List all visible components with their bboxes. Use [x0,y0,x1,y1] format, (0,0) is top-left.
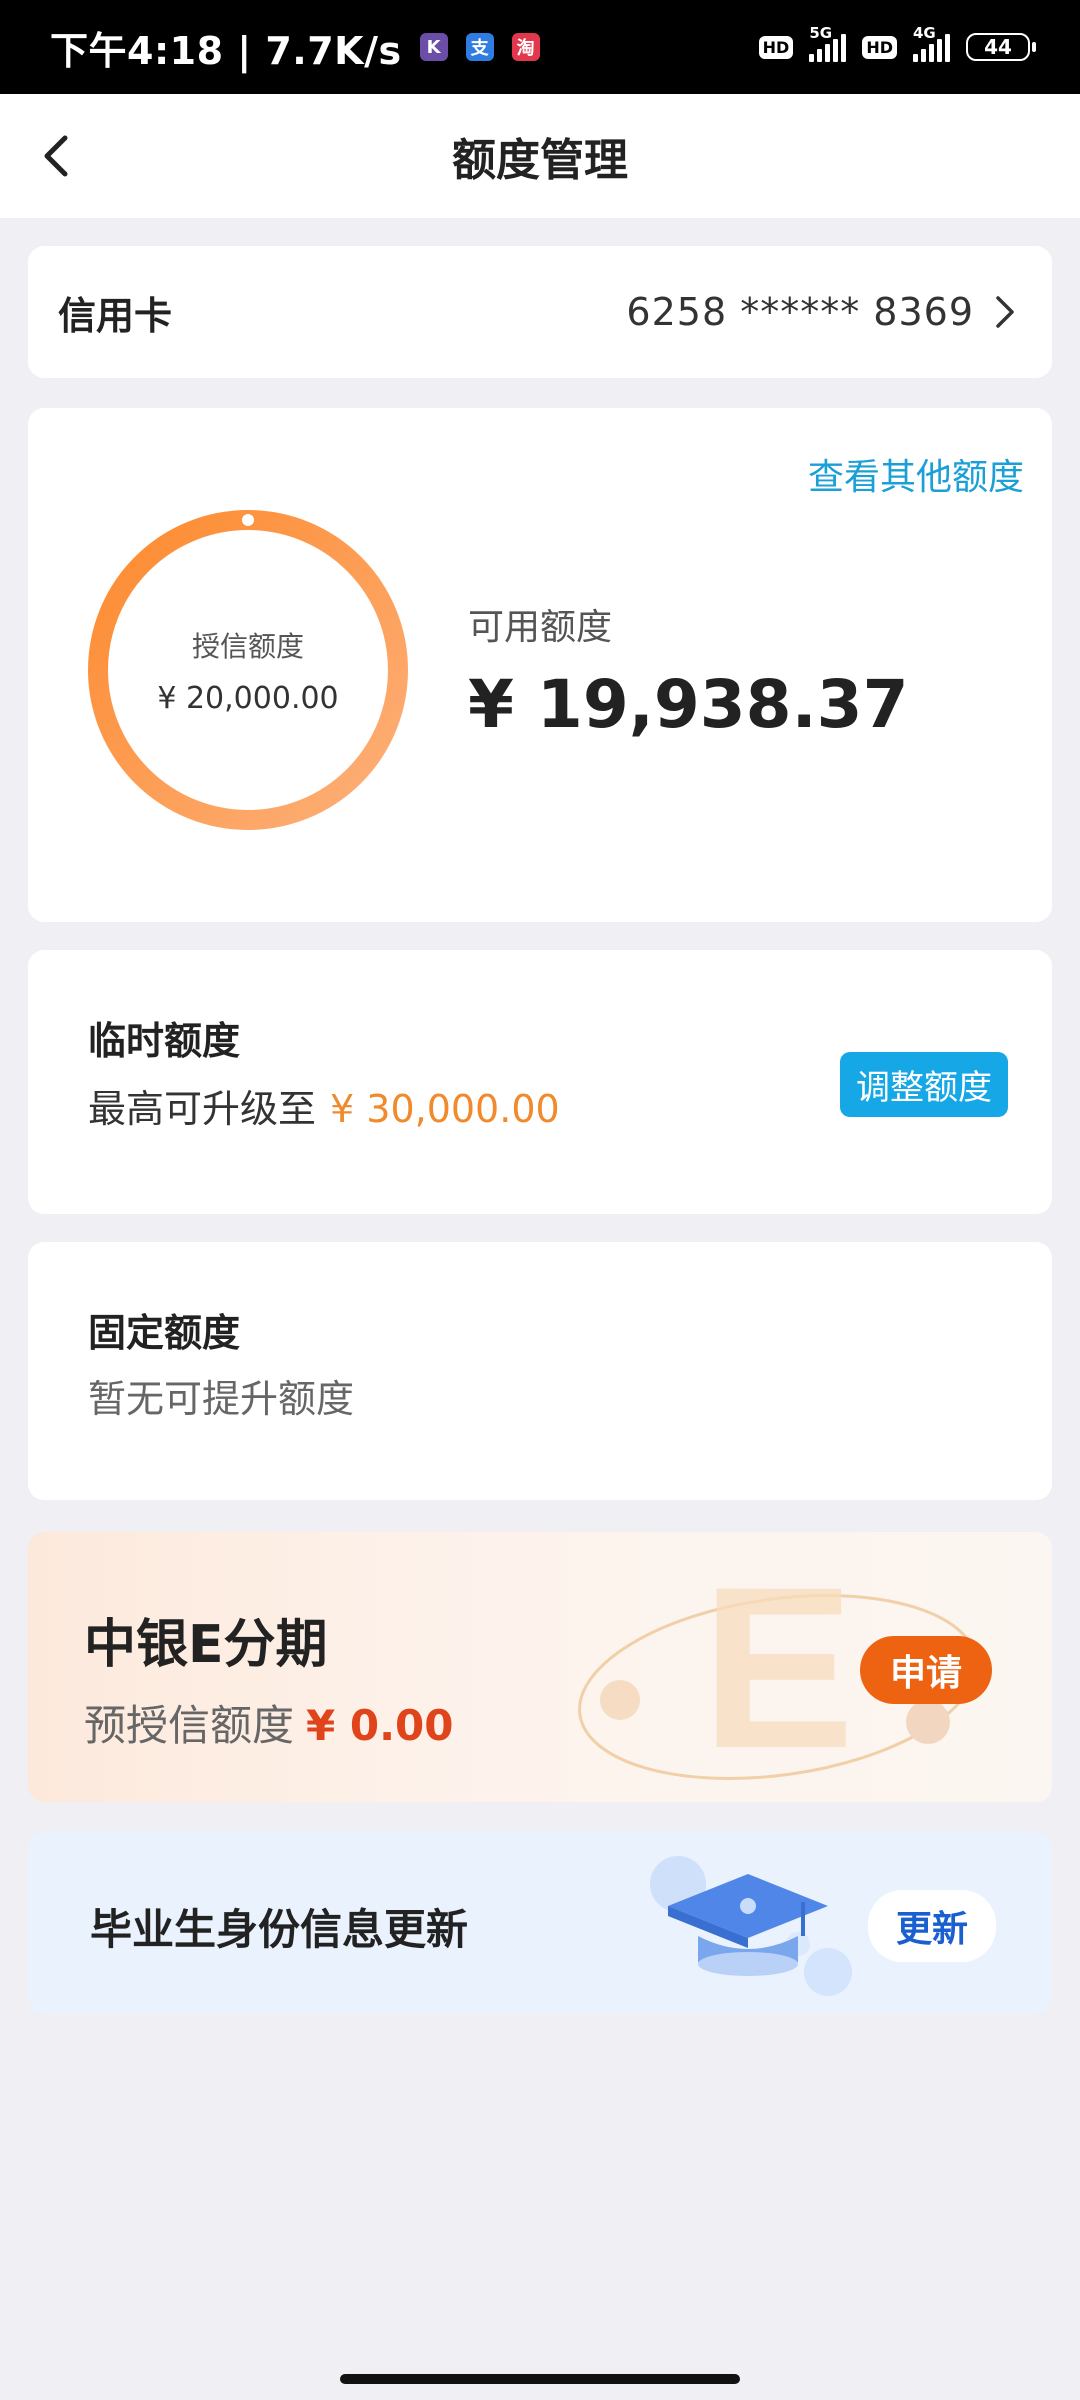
battery-icon: 44 [966,33,1036,61]
fixed-limit-card: 固定额度 暂无可提升额度 [28,1242,1052,1500]
available-limit-value: ¥ 19,938.37 [468,666,909,743]
graduate-info-card[interactable]: 毕业生身份信息更新 更新 [28,1832,1052,2014]
credit-ring-text: 授信额度 ¥ 20,000.00 [86,508,410,832]
nav-bar: 额度管理 [0,94,1080,218]
card-type-label: 信用卡 [58,293,173,338]
installment-title: 中银E分期 [84,1615,328,1675]
k-app-icon: K [419,33,448,61]
graduation-cap-icon [650,1856,852,1996]
status-bar: 下午4:18 | 7.7K/s K 支 淘 HD 5G HD 4G 44 [0,0,1080,94]
temporary-limit-desc: 最高可升级至 ¥ 30,000.00 [88,1078,560,1133]
back-button[interactable] [32,132,80,180]
adjust-limit-button[interactable]: 调整额度 [840,1052,1008,1117]
taobao-icon: 淘 [511,33,540,61]
chevron-left-icon [44,135,68,177]
installment-desc: 预授信额度 ¥ 0.00 [84,1692,454,1753]
temporary-limit-title: 临时额度 [88,1019,241,1063]
installment-card[interactable]: E 中银E分期 预授信额度 ¥ 0.00 申请 [28,1532,1052,1802]
graduate-info-title: 毕业生身份信息更新 [90,1905,469,1954]
view-other-limits-link[interactable]: 查看其他额度 [808,448,1024,500]
apply-button[interactable]: 申请 [859,1636,992,1704]
signal-5g-icon: 5G [809,24,847,62]
card-number: 6258 ****** 8369 [626,290,974,334]
pre-credit-label: 预授信额度 [84,1701,295,1750]
credit-limit-label: 授信额度 [191,629,304,663]
chevron-right-icon [994,294,1022,330]
svg-text:E: E [701,1552,854,1792]
signal-4g-icon: 4G [913,24,950,62]
available-limit-label: 可用额度 [468,607,613,648]
temporary-limit-card: 临时额度 最高可升级至 ¥ 30,000.00 调整额度 [28,950,1052,1214]
status-time: 下午4:18 | 7.7K/s [50,28,402,73]
pre-credit-amount: ¥ 0.00 [306,1701,454,1750]
fixed-limit-desc: 暂无可提升额度 [88,1377,355,1421]
credit-limit-value: ¥ 20,000.00 [157,680,339,716]
home-indicator[interactable] [340,2374,740,2384]
hd-badge-2: HD [862,35,897,59]
fixed-limit-title: 固定额度 [88,1311,241,1355]
alipay-icon: 支 [465,33,494,61]
page-title: 额度管理 [452,135,628,186]
status-app-icons: K 支 淘 [419,33,540,61]
temporary-limit-amount: ¥ 30,000.00 [330,1087,560,1131]
limit-summary-card: 查看其他额度 授信额度 ¥ 20,000.00 可用额度 ¥ 19,938.37 [28,408,1052,922]
update-button[interactable]: 更新 [867,1890,996,1962]
temporary-limit-prefix: 最高可升级至 [88,1087,317,1131]
card-account-row[interactable]: 信用卡 6258 ****** 8369 [28,246,1052,378]
hd-badge: HD [758,35,794,59]
